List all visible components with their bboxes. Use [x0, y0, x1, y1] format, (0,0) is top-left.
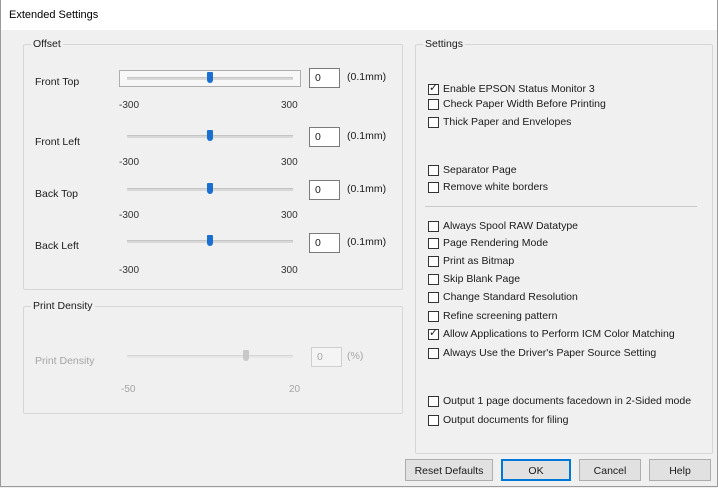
back-left-input[interactable]: 0: [309, 233, 340, 253]
checkbox-label: Remove white borders: [443, 181, 549, 193]
checkbox-box[interactable]: [428, 237, 439, 249]
back-top-max-label: 300: [281, 210, 298, 221]
front-top-input[interactable]: 0: [309, 68, 340, 88]
checkbox-label: Page Rendering Mode: [443, 237, 549, 249]
checkbox-output-documents-for-filing[interactable]: Output documents for filing: [428, 413, 568, 427]
checkbox-box[interactable]: ✓: [428, 326, 439, 340]
checkbox-refine-screening-pattern[interactable]: Refine screening pattern: [428, 309, 557, 323]
checkbox-output-1-page-documents-facedown-in-2-sided-mode[interactable]: Output 1 page documents facedown in 2-Si…: [428, 394, 691, 408]
extended-settings-dialog: Extended Settings Offset Front Top -300 …: [0, 0, 718, 487]
checkbox-print-as-bitmap[interactable]: Print as Bitmap: [428, 254, 514, 268]
settings-group-label: Settings: [423, 38, 465, 50]
front-top-unit: (0.1mm): [347, 71, 387, 83]
reset-defaults-button[interactable]: Reset Defaults: [405, 459, 493, 481]
checkbox-label: Always Use the Driver's Paper Source Set…: [443, 347, 657, 359]
checkbox-change-standard-resolution[interactable]: Change Standard Resolution: [428, 290, 578, 304]
checkbox-label: Print as Bitmap: [443, 255, 515, 267]
checkbox-label: Allow Applications to Perform ICM Color …: [443, 328, 675, 340]
checkbox-always-use-the-driver-s-paper-source-setting[interactable]: Always Use the Driver's Paper Source Set…: [428, 346, 656, 360]
title-bar: Extended Settings: [1, 0, 717, 30]
checkbox-allow-applications-to-perform-icm-color-matching[interactable]: ✓ Allow Applications to Perform ICM Color…: [428, 327, 675, 341]
print-density-slider-track: [127, 355, 293, 358]
checkbox-label: Separator Page: [443, 164, 517, 176]
check-icon: ✓: [429, 326, 439, 339]
front-top-slider-thumb[interactable]: [207, 72, 213, 83]
checkbox-box[interactable]: ✓: [428, 81, 439, 95]
checkbox-page-rendering-mode[interactable]: Page Rendering Mode: [428, 236, 548, 250]
front-left-min-label: -300: [119, 157, 140, 168]
checkbox-box[interactable]: [428, 181, 439, 193]
back-top-slider-thumb[interactable]: [207, 183, 213, 194]
checkbox-enable-epson-status-monitor-3[interactable]: ✓ Enable EPSON Status Monitor 3: [428, 82, 595, 96]
front-left-max-label: 300: [281, 157, 298, 168]
ok-button[interactable]: OK: [501, 459, 571, 481]
checkbox-label: Always Spool RAW Datatype: [443, 220, 578, 232]
print-density-unit: (%): [347, 350, 364, 362]
checkbox-separator-page[interactable]: Separator Page: [428, 163, 517, 177]
checkbox-box[interactable]: [428, 98, 439, 110]
checkbox-skip-blank-page[interactable]: Skip Blank Page: [428, 272, 520, 286]
back-left-label: Back Left: [35, 240, 79, 252]
checkbox-box[interactable]: [428, 347, 439, 359]
print-density-label: Print Density: [35, 355, 95, 367]
settings-divider-1: [425, 206, 697, 207]
checkbox-label: Output documents for filing: [443, 414, 569, 426]
checkbox-label: Output 1 page documents facedown in 2-Si…: [443, 395, 692, 407]
front-top-max-label: 300: [281, 100, 298, 111]
checkbox-always-spool-raw-datatype[interactable]: Always Spool RAW Datatype: [428, 219, 578, 233]
checkbox-label: Check Paper Width Before Printing: [443, 98, 606, 110]
checkbox-thick-paper-and-envelopes[interactable]: Thick Paper and Envelopes: [428, 115, 571, 129]
check-icon: ✓: [429, 81, 439, 94]
help-button[interactable]: Help: [649, 459, 711, 481]
checkbox-box[interactable]: [428, 220, 439, 232]
checkbox-label: Change Standard Resolution: [443, 291, 578, 303]
checkbox-box[interactable]: [428, 291, 439, 303]
back-left-min-label: -300: [119, 265, 140, 276]
front-left-unit: (0.1mm): [347, 130, 387, 142]
checkbox-label: Skip Blank Page: [443, 273, 521, 285]
checkbox-label: Enable EPSON Status Monitor 3: [443, 83, 595, 95]
checkbox-box[interactable]: [428, 414, 439, 426]
front-left-input[interactable]: 0: [309, 127, 340, 147]
back-top-input[interactable]: 0: [309, 180, 340, 200]
cancel-button[interactable]: Cancel: [579, 459, 641, 481]
print-density-input: 0: [311, 347, 342, 367]
checkbox-label: Refine screening pattern: [443, 310, 558, 322]
checkbox-remove-white-borders[interactable]: Remove white borders: [428, 180, 548, 194]
checkbox-box[interactable]: [428, 164, 439, 176]
checkbox-box[interactable]: [428, 273, 439, 285]
offset-group-label: Offset: [31, 38, 63, 50]
checkbox-box[interactable]: [428, 255, 439, 267]
front-top-label: Front Top: [35, 76, 80, 88]
print-density-slider-thumb: [242, 350, 249, 361]
checkbox-label: Thick Paper and Envelopes: [443, 116, 572, 128]
checkbox-box[interactable]: [428, 310, 439, 322]
back-top-label: Back Top: [35, 188, 78, 200]
back-top-unit: (0.1mm): [347, 183, 387, 195]
window-title: Extended Settings: [9, 9, 99, 21]
back-left-slider-thumb[interactable]: [207, 235, 213, 246]
print-density-min-label: -50: [121, 384, 136, 395]
checkbox-box[interactable]: [428, 395, 439, 407]
checkbox-box[interactable]: [428, 116, 439, 128]
print-density-max-label: 20: [289, 384, 301, 395]
print-density-group-label: Print Density: [31, 300, 95, 312]
front-top-min-label: -300: [119, 100, 140, 111]
checkbox-check-paper-width-before-printing[interactable]: Check Paper Width Before Printing: [428, 97, 606, 111]
back-left-max-label: 300: [281, 265, 298, 276]
front-left-label: Front Left: [35, 136, 80, 148]
back-left-unit: (0.1mm): [347, 236, 387, 248]
front-left-slider-thumb[interactable]: [207, 130, 213, 141]
back-top-min-label: -300: [119, 210, 140, 221]
